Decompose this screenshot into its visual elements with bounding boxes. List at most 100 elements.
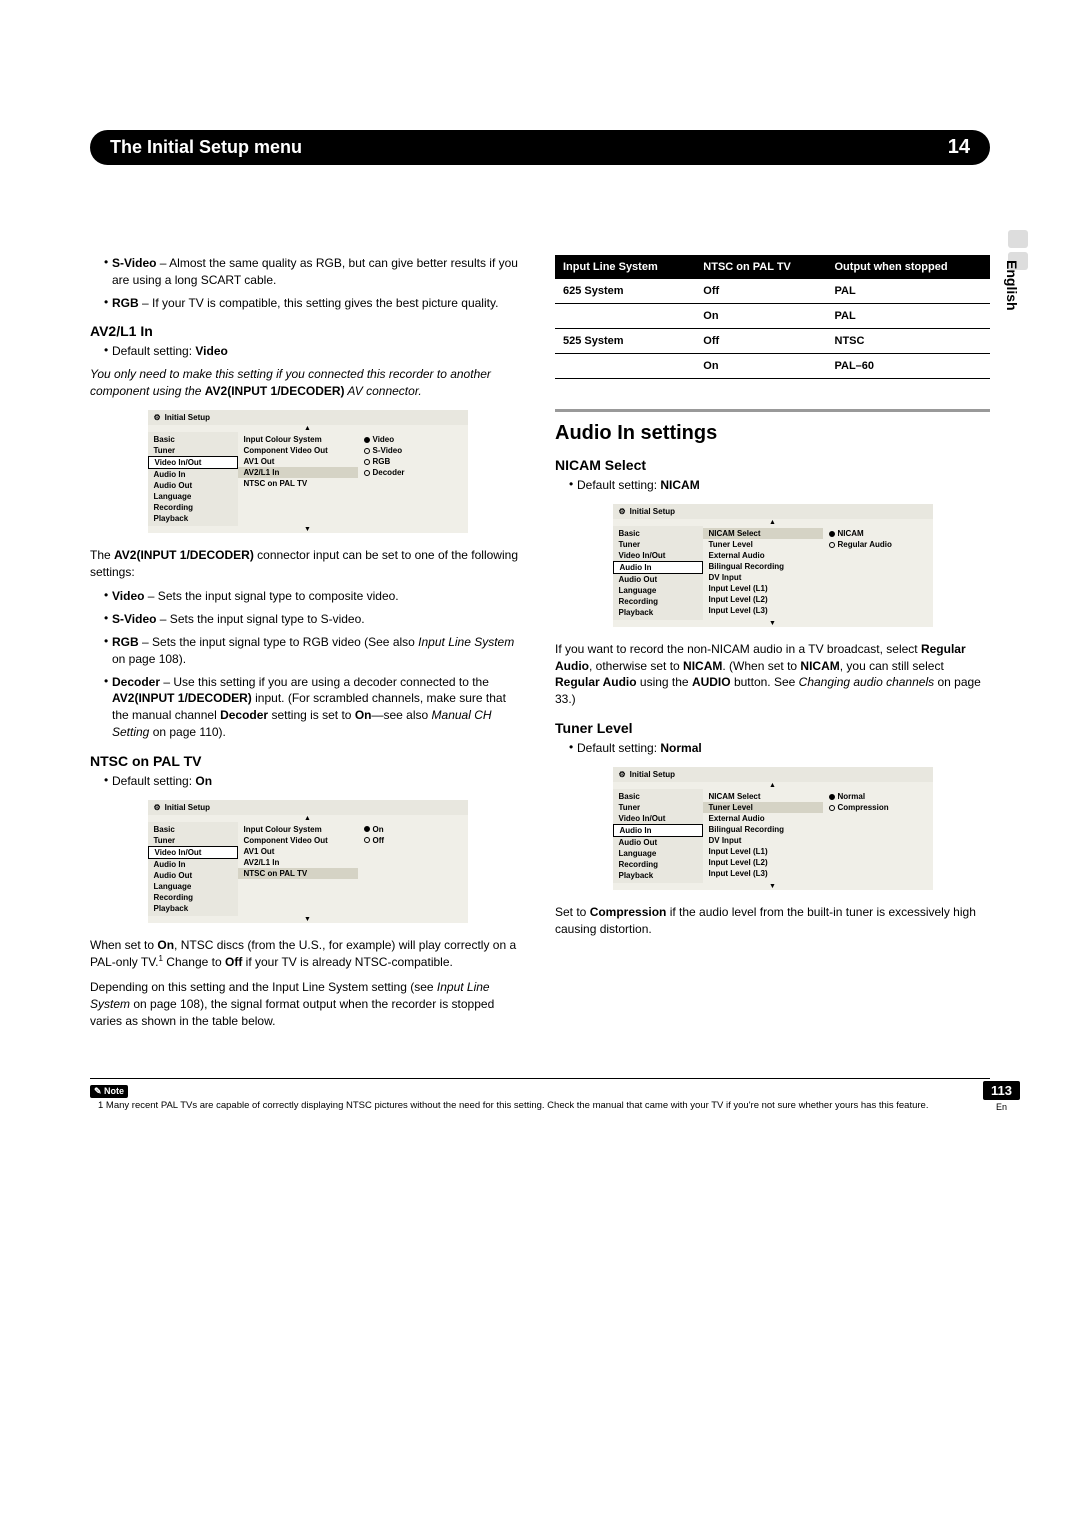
page: English The Initial Setup menu 14 • S-Vi… [0, 0, 1080, 1162]
table-row: 525 SystemOffNTSC [555, 329, 990, 354]
osd-menu-item: Recording [148, 892, 238, 903]
gear-icon: ⚙ [619, 507, 626, 516]
footnote-text: 1 Many recent PAL TVs are capable of cor… [90, 1100, 990, 1112]
osd-menu-item: Video In/Out [613, 550, 703, 561]
osd-menu-item: DV Input [703, 572, 823, 583]
table-row: OnPAL [555, 304, 990, 329]
osd-menu-item: AV2/L1 In [238, 857, 358, 868]
after-osd1: The AV2(INPUT 1/DECODER) connector input… [90, 547, 525, 581]
gear-icon: ⚙ [154, 803, 161, 812]
default-nicam: Default setting: NICAM [577, 477, 990, 494]
table-cell: NTSC [827, 329, 991, 354]
osd-menu-item: Language [613, 848, 703, 859]
heading-tuner-level: Tuner Level [555, 720, 990, 736]
osd-menu-item: NICAM Select [703, 791, 823, 802]
bullet-svideo: S-Video – Almost the same quality as RGB… [112, 255, 525, 289]
heading-av2l1in: AV2/L1 In [90, 323, 525, 339]
osd-menu-item: Audio Out [613, 574, 703, 585]
osd-option-item: NICAM [823, 528, 933, 539]
table-cell [555, 304, 695, 329]
osd-menu-item: Basic [148, 434, 238, 445]
osd-menu-item: Input Level (L2) [703, 857, 823, 868]
osd-menu-item: NTSC on PAL TV [238, 868, 358, 879]
th-output: Output when stopped [827, 255, 991, 279]
th-ntsc-on-pal: NTSC on PAL TV [695, 255, 826, 279]
osd-menu-item: Tuner Level [703, 802, 823, 813]
osd-menu-item: Tuner [613, 802, 703, 813]
table-row: OnPAL–60 [555, 354, 990, 379]
opt-rgb: RGB – Sets the input signal type to RGB … [112, 634, 525, 668]
language-tab: English [1004, 260, 1020, 311]
output-table: Input Line System NTSC on PAL TV Output … [555, 255, 990, 379]
table-cell [555, 354, 695, 379]
left-column: • S-Video – Almost the same quality as R… [90, 255, 525, 1038]
osd-menu-item: Input Level (L3) [703, 868, 823, 879]
av2-note: You only need to make this setting if yo… [90, 366, 525, 400]
osd-menu-item: AV1 Out [238, 846, 358, 857]
osd-option-item: Decoder [358, 467, 468, 478]
osd-menu-item: Input Level (L1) [703, 583, 823, 594]
osd-right-menu: VideoS-VideoRGBDecoder [358, 432, 468, 526]
table-cell: 625 System [555, 279, 695, 304]
osd-menu-item: Language [613, 585, 703, 596]
osd-menu-item: NTSC on PAL TV [238, 478, 358, 489]
osd-menu-item: AV2/L1 In [238, 467, 358, 478]
table-cell: PAL–60 [827, 354, 991, 379]
osd-menu-item: Input Level (L1) [703, 846, 823, 857]
osd-menu-item: Playback [613, 870, 703, 881]
chapter-title: The Initial Setup menu [110, 137, 302, 158]
osd-screenshot-tuner: ⚙Initial Setup ▲ BasicTunerVideo In/OutA… [613, 767, 933, 890]
osd-option-item: Regular Audio [823, 539, 933, 550]
osd-menu-item: Audio In [148, 859, 238, 870]
osd-menu-item: Basic [613, 528, 703, 539]
osd-menu-item: Playback [613, 607, 703, 618]
osd-menu-item: Input Level (L3) [703, 605, 823, 616]
heading-ntsc: NTSC on PAL TV [90, 753, 525, 769]
osd-menu-item: Tuner [148, 445, 238, 456]
note-badge: Note [90, 1085, 128, 1098]
osd-menu-item: Language [148, 881, 238, 892]
osd-menu-item: Component Video Out [238, 445, 358, 456]
osd-menu-item: Video In/Out [613, 813, 703, 824]
osd-option-item: S-Video [358, 445, 468, 456]
gear-icon: ⚙ [154, 413, 161, 422]
th-input-line: Input Line System [555, 255, 695, 279]
table-cell: PAL [827, 279, 991, 304]
osd-menu-item: Recording [613, 596, 703, 607]
osd-option-item: Off [358, 835, 468, 846]
osd-menu-item: Playback [148, 513, 238, 524]
osd-menu-item: Audio Out [148, 480, 238, 491]
table-cell: Off [695, 329, 826, 354]
osd-menu-item: External Audio [703, 550, 823, 561]
section-divider [555, 409, 990, 412]
heading-audio-in: Audio In settings [555, 422, 990, 445]
bullet-rgb: RGB – If your TV is compatible, this set… [112, 295, 525, 312]
osd-left-menu: BasicTunerVideo In/OutAudio InAudio OutL… [148, 432, 238, 526]
opt-decoder: Decoder – Use this setting if you are us… [112, 674, 525, 741]
osd-menu-item: Input Level (L2) [703, 594, 823, 605]
table-row: 625 SystemOffPAL [555, 279, 990, 304]
osd-menu-item: NICAM Select [703, 528, 823, 539]
osd-menu-item: Audio In [613, 561, 703, 574]
table-cell: On [695, 304, 826, 329]
osd-menu-item: Tuner [148, 835, 238, 846]
default-tuner: Default setting: Normal [577, 740, 990, 757]
osd-menu-item: Video In/Out [148, 846, 238, 859]
page-number: 113 En [983, 1081, 1020, 1112]
default-ntsc: Default setting: On [112, 773, 525, 790]
osd-menu-item: Recording [148, 502, 238, 513]
osd-option-item: Video [358, 434, 468, 445]
default-av2: Default setting: Video [112, 343, 525, 360]
osd-screenshot-av2: ⚙Initial Setup ▲ BasicTunerVideo In/OutA… [148, 410, 468, 533]
osd-screenshot-ntsc: ⚙Initial Setup ▲ BasicTunerVideo In/OutA… [148, 800, 468, 923]
osd-menu-item: Audio Out [613, 837, 703, 848]
after-osd2-p1: When set to On, NTSC discs (from the U.S… [90, 937, 525, 972]
table-cell: On [695, 354, 826, 379]
osd-menu-item: Audio In [148, 469, 238, 480]
osd-menu-item: Basic [148, 824, 238, 835]
osd-menu-item: Audio In [613, 824, 703, 837]
right-column: Input Line System NTSC on PAL TV Output … [555, 255, 990, 1038]
table-cell: 525 System [555, 329, 695, 354]
osd-menu-item: Input Colour System [238, 824, 358, 835]
osd-mid-menu: Input Colour SystemComponent Video OutAV… [238, 432, 358, 526]
